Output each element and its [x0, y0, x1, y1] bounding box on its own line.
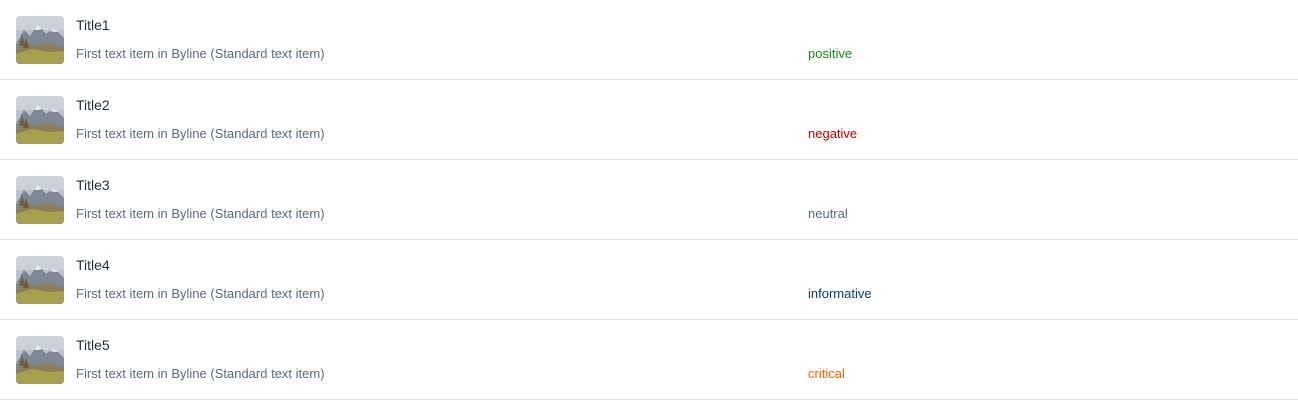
- item-list: Title1 First text item in Byline (Standa…: [0, 0, 1298, 400]
- mountain-landscape-thumbnail: [16, 256, 64, 304]
- status-text: positive: [808, 46, 853, 61]
- mountain-landscape-thumbnail: [16, 96, 64, 144]
- list-item[interactable]: Title1 First text item in Byline (Standa…: [0, 0, 1298, 80]
- item-byline: First text item in Byline (Standard text…: [76, 206, 325, 221]
- list-item[interactable]: Title2 First text item in Byline (Standa…: [0, 80, 1298, 160]
- status-text: neutral: [808, 206, 848, 221]
- item-byline: First text item in Byline (Standard text…: [76, 366, 325, 381]
- item-title: Title2: [76, 97, 110, 113]
- status-text: informative: [808, 286, 872, 301]
- list-item[interactable]: Title5 First text item in Byline (Standa…: [0, 320, 1298, 400]
- item-byline: First text item in Byline (Standard text…: [76, 46, 325, 61]
- item-title: Title1: [76, 17, 110, 33]
- item-title: Title3: [76, 177, 110, 193]
- mountain-landscape-thumbnail: [16, 16, 64, 64]
- status-text: negative: [808, 126, 858, 141]
- mountain-landscape-thumbnail: [16, 176, 64, 224]
- item-title: Title4: [76, 257, 110, 273]
- item-byline: First text item in Byline (Standard text…: [76, 286, 325, 301]
- item-byline: First text item in Byline (Standard text…: [76, 126, 325, 141]
- list-item[interactable]: Title4 First text item in Byline (Standa…: [0, 240, 1298, 320]
- status-text: critical: [808, 366, 845, 381]
- list-item[interactable]: Title3 First text item in Byline (Standa…: [0, 160, 1298, 240]
- mountain-landscape-thumbnail: [16, 336, 64, 384]
- item-title: Title5: [76, 337, 110, 353]
